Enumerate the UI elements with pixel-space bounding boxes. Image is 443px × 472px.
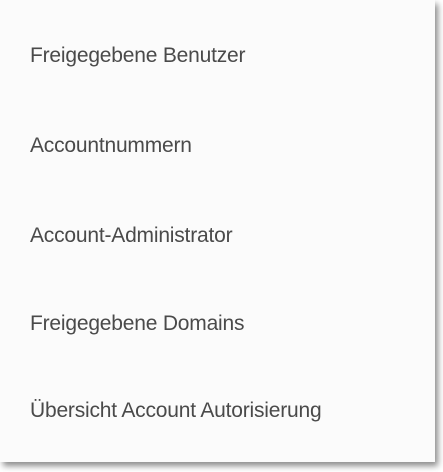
menu-item-label: Freigegebene Benutzer [30, 44, 246, 67]
menu-item-uebersicht-account-autorisierung[interactable]: Übersicht Account Autorisierung [0, 352, 435, 440]
menu-item-label: Accountnummern [30, 134, 192, 157]
menu-item-freigegebene-benutzer[interactable]: Freigegebene Benutzer [0, 0, 435, 88]
menu-list: Freigegebene Benutzer Accountnummern Acc… [0, 0, 435, 440]
menu-item-accountnummern[interactable]: Accountnummern [0, 88, 435, 176]
menu-item-label: Account-Administrator [30, 224, 233, 247]
account-settings-menu: Freigegebene Benutzer Accountnummern Acc… [0, 0, 435, 462]
menu-item-label: Übersicht Account Autorisierung [30, 399, 322, 422]
menu-item-account-administrator[interactable]: Account-Administrator [0, 176, 435, 264]
menu-item-freigegebene-domains[interactable]: Freigegebene Domains [0, 264, 435, 352]
menu-item-label: Freigegebene Domains [30, 312, 245, 335]
